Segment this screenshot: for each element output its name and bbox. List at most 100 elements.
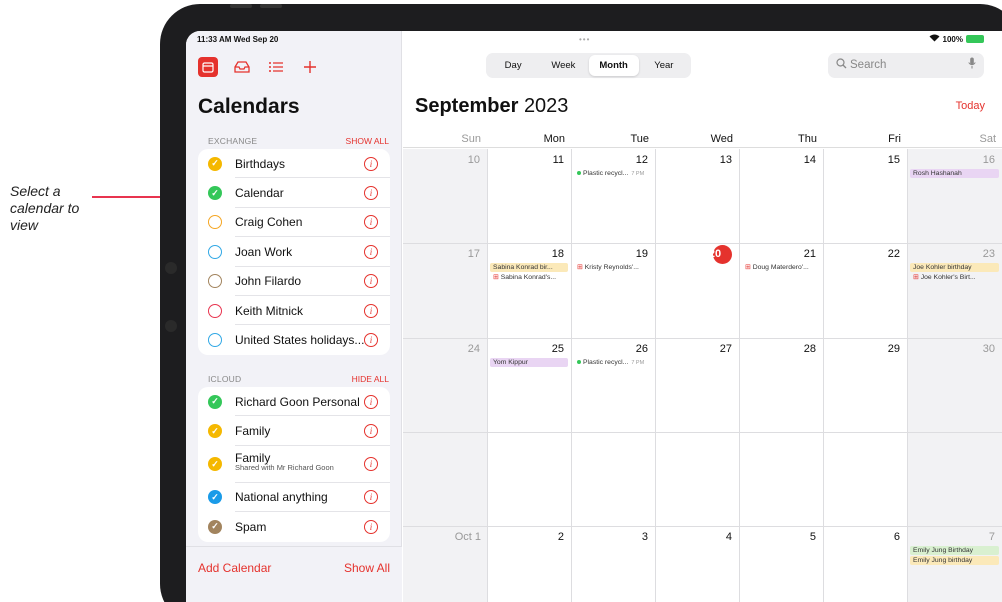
day-number: 29 <box>887 343 900 355</box>
calendar-row[interactable]: Craig Cohen i <box>198 208 390 238</box>
list-icon[interactable] <box>266 57 286 77</box>
day-number: 11 <box>552 154 564 166</box>
weekday-label: Thu <box>798 133 817 145</box>
tab-day[interactable]: Day <box>488 55 538 76</box>
event-bar[interactable]: Sabina Konrad bir... <box>490 263 568 272</box>
today-button[interactable]: Today <box>956 100 985 112</box>
day-number: 24 <box>467 343 480 355</box>
event-bar[interactable]: Rosh Hashanah <box>910 169 999 178</box>
calendar-row[interactable]: ✓ Family Shared with Mr Richard Goon i <box>198 446 390 483</box>
icloud-calendar-list: ✓ Richard Goon Personal i ✓ Family i ✓ Family Sh… <box>198 387 390 542</box>
day-number: 12 <box>635 154 648 166</box>
weekday-label: Wed <box>710 133 733 145</box>
calendar-row[interactable]: Keith Mitnick i <box>198 296 390 326</box>
unchecked-circle-icon[interactable] <box>208 333 222 348</box>
status-indicators: 100% <box>929 34 984 44</box>
search-input[interactable]: Search <box>828 53 984 78</box>
info-icon[interactable]: i <box>364 303 378 318</box>
calendar-name: Spam <box>235 519 267 534</box>
calendar-row[interactable]: ✓ Richard Goon Personal i <box>198 387 390 417</box>
day-cell[interactable] <box>655 432 739 526</box>
microphone-icon[interactable] <box>968 57 976 72</box>
icloud-header: ICLOUD <box>208 374 242 384</box>
event-bar[interactable]: Joe Kohler birthday <box>910 263 999 272</box>
info-icon[interactable]: i <box>364 424 378 439</box>
info-icon[interactable]: i <box>364 394 378 409</box>
info-icon[interactable]: i <box>364 156 378 171</box>
day-cell[interactable] <box>487 432 571 526</box>
info-icon[interactable]: i <box>364 274 378 289</box>
day-number: 10 <box>467 154 480 166</box>
tab-year[interactable]: Year <box>639 55 689 76</box>
day-cell[interactable] <box>571 432 655 526</box>
event-dot[interactable]: Plastic recycl... 7 PM <box>574 169 652 178</box>
calendar-name: United States holidays... <box>235 333 365 348</box>
info-icon[interactable]: i <box>364 519 378 534</box>
hide-all-link[interactable]: HIDE ALL <box>352 374 389 384</box>
info-icon[interactable]: i <box>364 490 378 505</box>
day-number: 13 <box>719 154 732 166</box>
month-title: September 2023 <box>415 95 568 118</box>
tab-week[interactable]: Week <box>538 55 588 76</box>
calendar-row[interactable]: Joan Work i <box>198 237 390 267</box>
event-gift[interactable]: ⊞ Doug Materdero'... <box>742 263 820 272</box>
tab-month[interactable]: Month <box>588 55 639 76</box>
calendar-row[interactable]: ✓ Calendar i <box>198 178 390 209</box>
event-gift[interactable]: ⊞ Joe Kohler's Birt... <box>910 273 999 282</box>
multitask-dots[interactable]: ••• <box>579 35 590 44</box>
unchecked-circle-icon[interactable] <box>208 244 222 259</box>
event-gift[interactable]: ⊞ Kristy Reynolds'... <box>574 263 652 272</box>
show-all-button[interactable]: Show All <box>344 561 390 575</box>
checkmark-icon[interactable]: ✓ <box>208 457 222 472</box>
gift-icon: ⊞ <box>493 274 499 281</box>
day-number: 3 <box>641 531 648 543</box>
event-dot[interactable]: Plastic recycl... 7 PM <box>574 358 652 367</box>
checkmark-icon[interactable]: ✓ <box>208 424 222 439</box>
day-number: 5 <box>809 531 816 543</box>
search-icon <box>836 58 847 72</box>
status-time: 11:33 AM Wed Sep 20 <box>197 35 279 44</box>
calendar-name: Keith Mitnick <box>235 303 304 318</box>
unchecked-circle-icon[interactable] <box>208 215 222 230</box>
battery-icon <box>966 35 984 43</box>
gift-icon: ⊞ <box>577 264 583 271</box>
calendar-icon[interactable] <box>198 57 218 77</box>
calendar-row[interactable]: John Filardo i <box>198 267 390 297</box>
unchecked-circle-icon[interactable] <box>208 303 222 318</box>
calendar-name: Craig Cohen <box>235 215 303 230</box>
calendar-row[interactable]: ✓ Family i <box>198 416 390 447</box>
checkmark-icon[interactable]: ✓ <box>208 156 222 171</box>
day-cell[interactable] <box>739 432 823 526</box>
add-icon[interactable] <box>300 57 320 77</box>
day-cell[interactable] <box>907 432 1002 526</box>
event-gift[interactable]: ⊞ Sabina Konrad's... <box>490 273 568 282</box>
event-bar[interactable]: Emily Jung birthday <box>910 556 999 565</box>
calendar-row[interactable]: ✓ Birthdays i <box>198 149 390 179</box>
checkmark-icon[interactable]: ✓ <box>208 394 222 409</box>
info-icon[interactable]: i <box>364 186 378 201</box>
info-icon[interactable]: i <box>364 215 378 230</box>
calendar-row[interactable]: ✓ Spam i <box>198 512 390 541</box>
day-number: 25 <box>551 343 564 355</box>
info-icon[interactable]: i <box>364 333 378 348</box>
event-bar[interactable]: Yom Kippur <box>490 358 568 367</box>
calendar-row[interactable]: United States holidays... i <box>198 325 390 354</box>
stage: Select a calendar to view 11:33 AM Wed S… <box>0 0 1002 602</box>
event-bar[interactable]: Emily Jung Birthday <box>910 546 999 555</box>
inbox-icon[interactable] <box>232 57 252 77</box>
sidebar-toolbar <box>198 57 320 77</box>
event-title: Sabina Konrad bir... <box>493 264 553 271</box>
checkmark-icon[interactable]: ✓ <box>208 490 222 505</box>
day-cell[interactable] <box>823 432 907 526</box>
calendar-row[interactable]: ✓ National anything i <box>198 483 390 513</box>
info-icon[interactable]: i <box>364 457 378 472</box>
add-calendar-button[interactable]: Add Calendar <box>198 561 271 575</box>
info-icon[interactable]: i <box>364 244 378 259</box>
show-all-link[interactable]: SHOW ALL <box>346 136 389 146</box>
checkmark-icon[interactable]: ✓ <box>208 186 222 201</box>
day-cell[interactable] <box>403 432 487 526</box>
page-title: Calendars <box>198 95 300 118</box>
checkmark-icon[interactable]: ✓ <box>208 519 222 534</box>
unchecked-circle-icon[interactable] <box>208 274 222 289</box>
day-number: 7 <box>988 531 995 543</box>
